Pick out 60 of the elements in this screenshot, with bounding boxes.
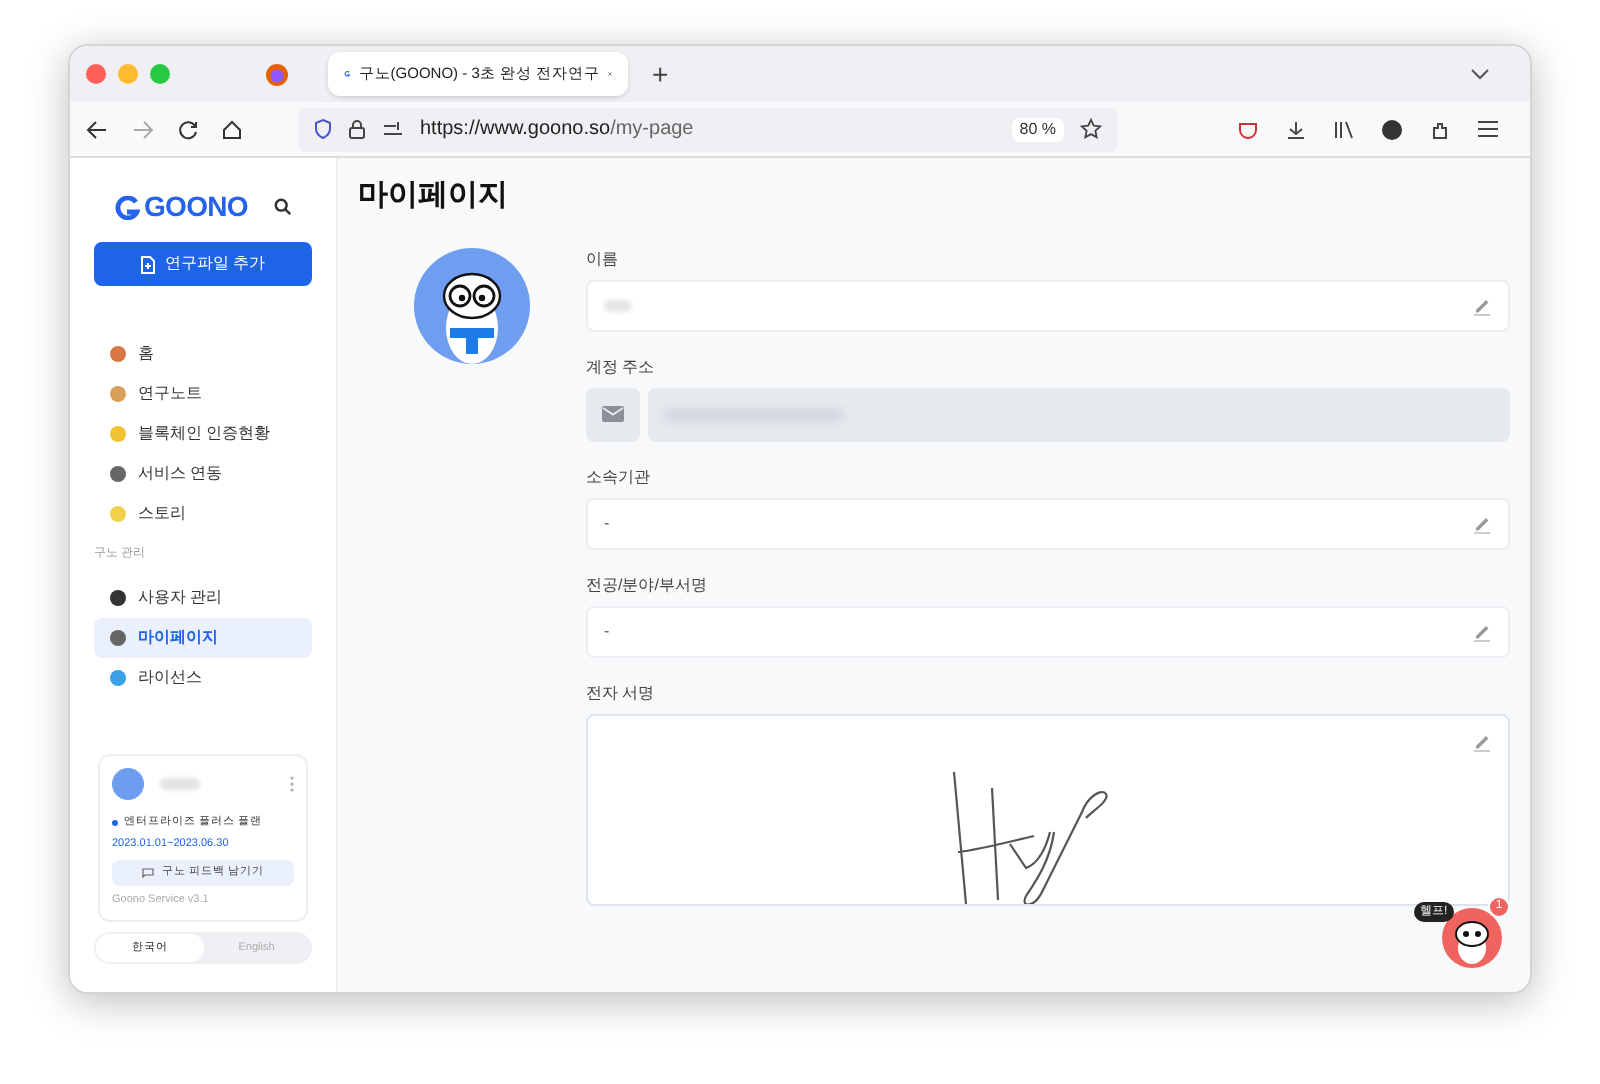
new-tab-button[interactable]: + <box>644 53 677 95</box>
blurred-name <box>160 778 200 790</box>
input-field[interactable] <box>586 279 1510 331</box>
search-icon[interactable] <box>274 198 292 216</box>
permissions-icon[interactable] <box>382 120 404 138</box>
field-label: 전공/분야/부서명 <box>586 573 707 597</box>
sidebar-item[interactable]: 블록체인 인증현황 <box>94 414 312 454</box>
field-label: 소속기관 <box>586 465 650 489</box>
home-icon[interactable] <box>222 119 242 139</box>
close-icon[interactable] <box>86 64 106 84</box>
menu-item-icon <box>110 466 126 482</box>
pencil-icon[interactable] <box>1472 295 1492 315</box>
reload-icon[interactable] <box>178 119 198 139</box>
menu-icon[interactable] <box>1478 120 1498 138</box>
page-title: 마이페이지 <box>358 176 508 216</box>
star-icon[interactable] <box>1080 118 1102 140</box>
input-field[interactable]: - <box>586 605 1510 657</box>
sidebar-item[interactable]: 사용자 관리 <box>94 578 312 618</box>
menu-item-icon <box>110 346 126 362</box>
sidebar-item[interactable]: 홈 <box>94 334 312 374</box>
zoom-level[interactable]: 80 % <box>1011 117 1064 141</box>
sidebar-item[interactable]: 마이페이지 <box>94 618 312 658</box>
input-field[interactable]: - <box>586 497 1510 549</box>
download-icon[interactable] <box>1286 119 1306 139</box>
menu-item-icon <box>110 426 126 442</box>
bullet-icon <box>112 819 118 826</box>
field-label: 이름 <box>586 247 618 271</box>
url-text[interactable]: https://www.goono.so/my-page <box>420 114 694 144</box>
avatar <box>112 768 144 800</box>
mascot-icon <box>1452 916 1492 964</box>
pencil-icon[interactable] <box>1472 621 1492 641</box>
pencil-icon[interactable] <box>1472 731 1492 751</box>
goono-logo[interactable]: GOONO <box>114 186 248 228</box>
account-icon[interactable] <box>1382 119 1402 139</box>
field-label: 전자 서명 <box>586 681 655 705</box>
back-icon[interactable] <box>86 119 108 139</box>
shield-icon[interactable] <box>314 118 332 140</box>
menu-item-icon <box>110 590 126 606</box>
sidebar-item[interactable]: 서비스 연동 <box>94 454 312 494</box>
field-label: 계정 주소 <box>586 355 655 379</box>
browser-logo-icon <box>266 63 288 85</box>
menu-item-icon <box>110 630 126 646</box>
address-bar[interactable]: https://www.goono.so/my-page 80 % <box>298 107 1118 151</box>
blurred-name <box>604 299 632 311</box>
menu-item-icon <box>110 670 126 686</box>
library-icon[interactable] <box>1334 119 1354 139</box>
add-research-file-button[interactable]: 연구파일 추가 <box>94 242 312 286</box>
sidebar-item[interactable]: 라이선스 <box>94 658 312 698</box>
extensions-icon[interactable] <box>1430 119 1450 139</box>
lock-icon[interactable] <box>348 118 366 140</box>
menu-item-icon <box>110 386 126 402</box>
menu-item-icon <box>110 506 126 522</box>
file-plus-icon <box>140 255 157 273</box>
chat-icon <box>141 867 154 877</box>
pencil-icon[interactable] <box>1472 513 1492 533</box>
sidebar-item[interactable]: 스토리 <box>94 494 312 534</box>
mail-icon <box>586 387 640 441</box>
chevron-down-icon[interactable] <box>1470 68 1490 80</box>
pocket-icon[interactable] <box>1238 119 1258 139</box>
sidebar-item[interactable]: 연구노트 <box>94 374 312 414</box>
